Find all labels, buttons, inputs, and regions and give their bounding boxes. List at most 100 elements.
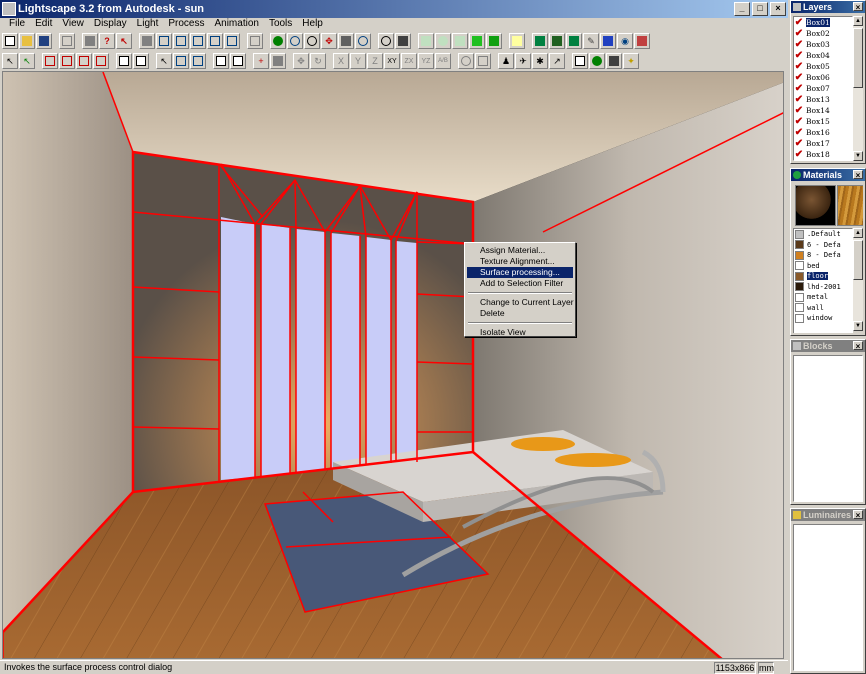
- save-button[interactable]: [36, 33, 52, 49]
- plane-yz-button[interactable]: YZ: [418, 53, 434, 69]
- textures-button[interactable]: [509, 33, 525, 49]
- layer-row[interactable]: ✔ Box04: [794, 50, 852, 61]
- layer-row[interactable]: ✔ Box18: [794, 149, 852, 160]
- menu-file[interactable]: File: [4, 18, 30, 30]
- layers-panel-title[interactable]: Layers ×: [791, 1, 865, 13]
- paste-button[interactable]: [133, 53, 149, 69]
- scroll-up-icon[interactable]: ▲: [853, 16, 863, 26]
- layer-visible-checkmark-icon[interactable]: ✔: [794, 39, 804, 50]
- 3d-viewport[interactable]: Assign Material... Texture Alignment... …: [2, 71, 784, 659]
- menu-display[interactable]: Display: [89, 18, 132, 30]
- scroll-down-icon[interactable]: ▼: [853, 321, 863, 331]
- scroll-thumb[interactable]: [853, 240, 863, 280]
- scroll-thumb[interactable]: [853, 28, 863, 88]
- material-row[interactable]: 8 - Defa: [794, 250, 852, 261]
- zoom-extents-button[interactable]: [247, 33, 263, 49]
- layers-panel-button[interactable]: [572, 53, 588, 69]
- close-button[interactable]: ×: [770, 2, 786, 16]
- layer-row[interactable]: ✔ Box02: [794, 28, 852, 39]
- camera-view-button-4[interactable]: [190, 33, 206, 49]
- layer-visible-checkmark-icon[interactable]: ✔: [794, 50, 804, 61]
- plane-zx-button[interactable]: ZX: [401, 53, 417, 69]
- select-window-button[interactable]: [59, 53, 75, 69]
- walk-mode-button[interactable]: ♟: [498, 53, 514, 69]
- list-button[interactable]: [230, 53, 246, 69]
- materials-panel-button[interactable]: [589, 53, 605, 69]
- constrain-move-button[interactable]: ✥: [293, 53, 309, 69]
- scale-button[interactable]: [270, 53, 286, 69]
- maximize-button[interactable]: □: [752, 2, 768, 16]
- help-button[interactable]: ?: [99, 33, 115, 49]
- material-display-button[interactable]: [566, 33, 582, 49]
- layer-visible-checkmark-icon[interactable]: ✔: [794, 94, 804, 105]
- tilt-button[interactable]: [338, 33, 354, 49]
- ctx-surface-processing[interactable]: Surface processing...: [467, 267, 573, 278]
- material-row[interactable]: bed: [794, 261, 852, 272]
- light-display-button[interactable]: ✎: [583, 33, 599, 49]
- snap-button[interactable]: [458, 53, 474, 69]
- layer-visible-checkmark-icon[interactable]: ✔: [794, 127, 804, 138]
- minimize-button[interactable]: _: [734, 2, 750, 16]
- pick-object-button[interactable]: [190, 53, 206, 69]
- radiosity-button[interactable]: ◉: [617, 33, 633, 49]
- axis-y-button[interactable]: Y: [350, 53, 366, 69]
- direction-button[interactable]: ↗: [549, 53, 565, 69]
- walk-button[interactable]: [270, 33, 286, 49]
- menu-edit[interactable]: Edit: [30, 18, 57, 30]
- ctx-add-to-selection-filter[interactable]: Add to Selection Filter: [467, 278, 573, 289]
- outline-button[interactable]: [435, 33, 451, 49]
- grid-button[interactable]: [475, 53, 491, 69]
- blocks-panel-button[interactable]: [606, 53, 622, 69]
- settings-button[interactable]: [634, 33, 650, 49]
- layer-visible-checkmark-icon[interactable]: ✔: [794, 116, 804, 127]
- ctx-texture-alignment[interactable]: Texture Alignment...: [467, 256, 573, 267]
- layer-row[interactable]: ✔ Box05: [794, 61, 852, 72]
- select-crossing-button[interactable]: [76, 53, 92, 69]
- camera-view-button-5[interactable]: [207, 33, 223, 49]
- run-mode-button[interactable]: ✱: [532, 53, 548, 69]
- axis-x-button[interactable]: X: [333, 53, 349, 69]
- zoom-window-button[interactable]: [378, 33, 394, 49]
- copy-button[interactable]: [116, 53, 132, 69]
- layer-row[interactable]: ✔ Box06: [794, 72, 852, 83]
- camera-view-button-1[interactable]: [139, 33, 155, 49]
- menu-process[interactable]: Process: [163, 18, 209, 30]
- plane-xy-button[interactable]: XY: [384, 53, 400, 69]
- layer-row[interactable]: ✔ Box13: [794, 94, 852, 105]
- blocks-close-button[interactable]: ×: [853, 341, 863, 351]
- layer-row[interactable]: ✔ Box03: [794, 39, 852, 50]
- layer-visible-checkmark-icon[interactable]: ✔: [794, 17, 804, 28]
- ctx-delete[interactable]: Delete: [467, 308, 573, 319]
- render-button[interactable]: [600, 33, 616, 49]
- luminaires-close-button[interactable]: ×: [853, 510, 863, 520]
- fly-mode-button[interactable]: ✈: [515, 53, 531, 69]
- wireframe-button[interactable]: [418, 33, 434, 49]
- layer-visible-checkmark-icon[interactable]: ✔: [794, 72, 804, 83]
- material-row[interactable]: window: [794, 313, 852, 324]
- material-row[interactable]: metal: [794, 292, 852, 303]
- pick-button[interactable]: ↖: [156, 53, 172, 69]
- menu-help[interactable]: Help: [297, 18, 328, 30]
- layers-scrollbar[interactable]: ▲ ▼: [853, 16, 863, 161]
- menu-view[interactable]: View: [57, 18, 89, 30]
- deselect-button[interactable]: [93, 53, 109, 69]
- select-camera-button[interactable]: ↖: [19, 53, 35, 69]
- menu-light[interactable]: Light: [132, 18, 164, 30]
- layer-visible-checkmark-icon[interactable]: ✔: [794, 83, 804, 94]
- shaded-button[interactable]: [486, 33, 502, 49]
- material-row[interactable]: floor: [794, 271, 852, 282]
- ctx-change-to-current-layer[interactable]: Change to Current Layer: [467, 297, 574, 308]
- layer-row[interactable]: ✔ Box01: [794, 17, 852, 28]
- scroll-down-icon[interactable]: ▼: [853, 151, 863, 161]
- layer-display-button[interactable]: [532, 33, 548, 49]
- materials-panel-title[interactable]: Materials ×: [791, 169, 865, 181]
- layer-row[interactable]: ✔ Box16: [794, 127, 852, 138]
- layer-visible-checkmark-icon[interactable]: ✔: [794, 61, 804, 72]
- pan-button[interactable]: ✥: [321, 33, 337, 49]
- material-row[interactable]: lhd-2001: [794, 282, 852, 293]
- axis-z-button[interactable]: Z: [367, 53, 383, 69]
- select-surface-button[interactable]: [42, 53, 58, 69]
- scroll-up-icon[interactable]: ▲: [853, 228, 863, 238]
- material-row[interactable]: wall: [794, 303, 852, 314]
- print-button[interactable]: [82, 33, 98, 49]
